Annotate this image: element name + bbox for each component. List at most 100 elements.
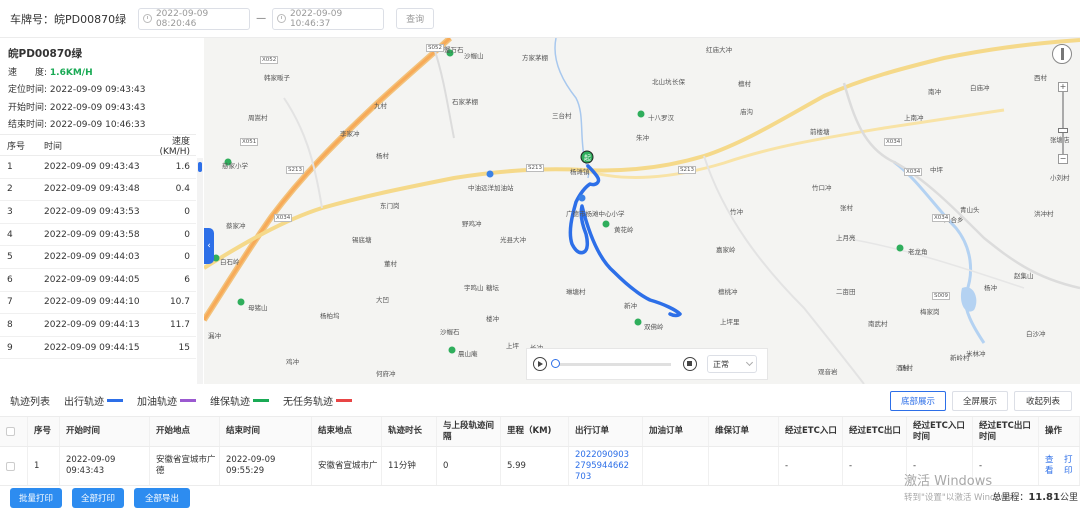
- compass-icon[interactable]: [1052, 44, 1072, 64]
- legend-swatch: [336, 398, 352, 402]
- table-cell: 10.7: [169, 297, 190, 308]
- select-all-checkbox[interactable]: [6, 427, 15, 436]
- table-row[interactable]: 4 2022-09-09 09:43:58 0: [0, 224, 196, 247]
- table-cell: 5.99: [501, 447, 569, 485]
- column-header: 序号: [28, 417, 60, 446]
- map-place-label: 糖坛: [486, 284, 499, 292]
- speed-value: 1.6KM/H: [49, 67, 93, 78]
- road-code-label: X052: [260, 56, 279, 64]
- poi-marker: [637, 110, 645, 118]
- zoom-slider[interactable]: [1058, 128, 1068, 133]
- table-row[interactable]: 5 2022-09-09 09:44:03 0: [0, 246, 196, 269]
- query-button[interactable]: 查询: [396, 8, 435, 29]
- scrollbar-thumb[interactable]: [198, 162, 202, 172]
- collapse-panel-tab[interactable]: ‹: [204, 228, 214, 264]
- legend-item: 加油轨迹: [137, 393, 196, 408]
- progress-knob[interactable]: [551, 359, 560, 368]
- map-place-label: 白庙冲: [970, 84, 990, 92]
- road-code-label: X034: [884, 138, 903, 146]
- map-place-label: 晨山庵: [458, 350, 478, 358]
- map-view[interactable]: 起 蟹万石 沙幄山 方家茅棚 红庙大冲 西村 韩家畈子 石家茅棚 北山坑 长保 檀村 白庙冲 周嵩村 九…: [204, 38, 1080, 384]
- map-place-label: 中油远洋加油站: [468, 184, 514, 192]
- table-cell: [643, 447, 709, 485]
- bottom-view-button[interactable]: 底部展示: [890, 391, 946, 411]
- map-place-label: 韩家畈子: [264, 74, 290, 82]
- map-place-label: 双佛岭: [644, 323, 664, 331]
- plate-value: 皖PD00870绿: [54, 12, 127, 26]
- stop-icon[interactable]: [683, 357, 697, 371]
- collapse-list-button[interactable]: 收起列表: [1014, 391, 1072, 411]
- map-place-label: 北山坑: [652, 78, 672, 86]
- legend-swatch: [253, 398, 269, 402]
- table-row[interactable]: 6 2022-09-09 09:44:05 6: [0, 269, 196, 292]
- road-code-label: X034: [274, 214, 293, 222]
- locate-line: 定位时间: 2022-09-09 09:43:43: [8, 82, 204, 100]
- legend-item: 维保轨迹: [210, 393, 269, 408]
- table-row[interactable]: 9 2022-09-09 09:44:15 15: [0, 337, 196, 360]
- zoom-in-button[interactable]: +: [1058, 82, 1068, 92]
- print-link[interactable]: 打印: [1064, 455, 1079, 477]
- map-place-label: 广德市杨滩中心小学: [566, 210, 625, 218]
- export-all-button[interactable]: 全部导出: [134, 488, 190, 508]
- zoom-out-button[interactable]: −: [1058, 154, 1068, 164]
- map-place-label: 竹口冲: [812, 184, 832, 192]
- legend-item: 无任务轨迹: [283, 393, 352, 408]
- print-all-button[interactable]: 全部打印: [72, 488, 124, 508]
- progress-track[interactable]: [551, 359, 671, 368]
- table-cell: 5: [7, 252, 13, 263]
- table-row[interactable]: 2 2022-09-09 09:43:48 0.4: [0, 179, 196, 202]
- points-scrollbar[interactable]: [197, 158, 203, 384]
- map-place-label: 老龙角: [908, 248, 928, 256]
- play-icon[interactable]: [533, 357, 547, 371]
- points-table: 序号 时间 速度(KM/H) 1 2022-09-09 09:43:43 1.6 2 2…: [0, 134, 196, 360]
- table-row[interactable]: 3 2022-09-09 09:43:53 0: [0, 201, 196, 224]
- table-cell: 4: [7, 229, 13, 240]
- start-time-input[interactable]: 2022-09-09 08:20:46: [138, 7, 251, 30]
- speed-label: 速 度:: [8, 67, 48, 78]
- table-cell: 3: [7, 206, 13, 217]
- table-row[interactable]: 7 2022-09-09 09:44:10 10.7: [0, 292, 196, 315]
- map-place-label: 周嵩村: [248, 114, 268, 122]
- table-cell: 2022-09-09 09:55:29: [220, 447, 312, 485]
- chevron-left-icon: ‹: [207, 241, 211, 251]
- table-row[interactable]: 1 2022-09-09 09:43:43 1.6: [0, 156, 196, 179]
- table-cell: 9: [7, 342, 13, 353]
- start-label: 开始时间:: [8, 102, 48, 113]
- view-link[interactable]: 查看: [1045, 455, 1060, 477]
- map-place-label: 竹冲: [730, 208, 743, 216]
- start-time: 2022-09-09 09:43:43: [49, 102, 146, 113]
- column-header: 序号: [7, 141, 26, 152]
- provincial-road: [204, 38, 1080, 270]
- map-place-label: 石家茅棚: [452, 98, 478, 106]
- trip-order-link[interactable]: 2022090903 2795944662 703: [569, 447, 643, 485]
- map-place-label: 小刘村: [1050, 174, 1070, 182]
- map-place-label: 新岭村: [950, 354, 970, 362]
- zoom-control[interactable]: + −: [1058, 82, 1068, 164]
- map-place-label: 上南冲: [904, 114, 924, 122]
- start-marker-letter: 起: [584, 154, 591, 162]
- playback-speed-select[interactable]: 正常: [707, 355, 757, 373]
- county-road: [843, 237, 1025, 289]
- table-row[interactable]: 8 2022-09-09 09:44:13 11.7: [0, 314, 196, 337]
- row-checkbox[interactable]: [6, 461, 15, 471]
- road-code-label: S213: [678, 166, 696, 174]
- table-cell: 2022-09-09 09:44:10: [44, 297, 140, 308]
- zoom-track[interactable]: [1062, 92, 1064, 154]
- poi-marker: [448, 346, 456, 354]
- poi-marker: [634, 318, 642, 326]
- table-cell: 1.6: [175, 161, 190, 172]
- map-place-label: 青山头: [960, 206, 980, 214]
- legend-swatch: [107, 398, 123, 402]
- fullscreen-view-button[interactable]: 全屏展示: [952, 391, 1008, 411]
- row-actions: 查看 打印: [1039, 447, 1080, 485]
- map-place-label: 红庙大冲: [706, 46, 732, 54]
- batch-print-button[interactable]: 批量打印: [10, 488, 62, 508]
- map-place-label: 庙沟: [740, 108, 753, 116]
- trip-track: [568, 164, 682, 318]
- table-cell: [709, 447, 779, 485]
- map-place-label: 沙幄山: [464, 52, 484, 60]
- table-cell: 2022-09-09 09:44:03: [44, 252, 140, 263]
- legend: 出行轨迹 加油轨迹 维保轨迹 无任务轨迹: [50, 393, 352, 408]
- expressway: [204, 38, 453, 322]
- end-time-input[interactable]: 2022-09-09 10:46:37: [272, 7, 385, 30]
